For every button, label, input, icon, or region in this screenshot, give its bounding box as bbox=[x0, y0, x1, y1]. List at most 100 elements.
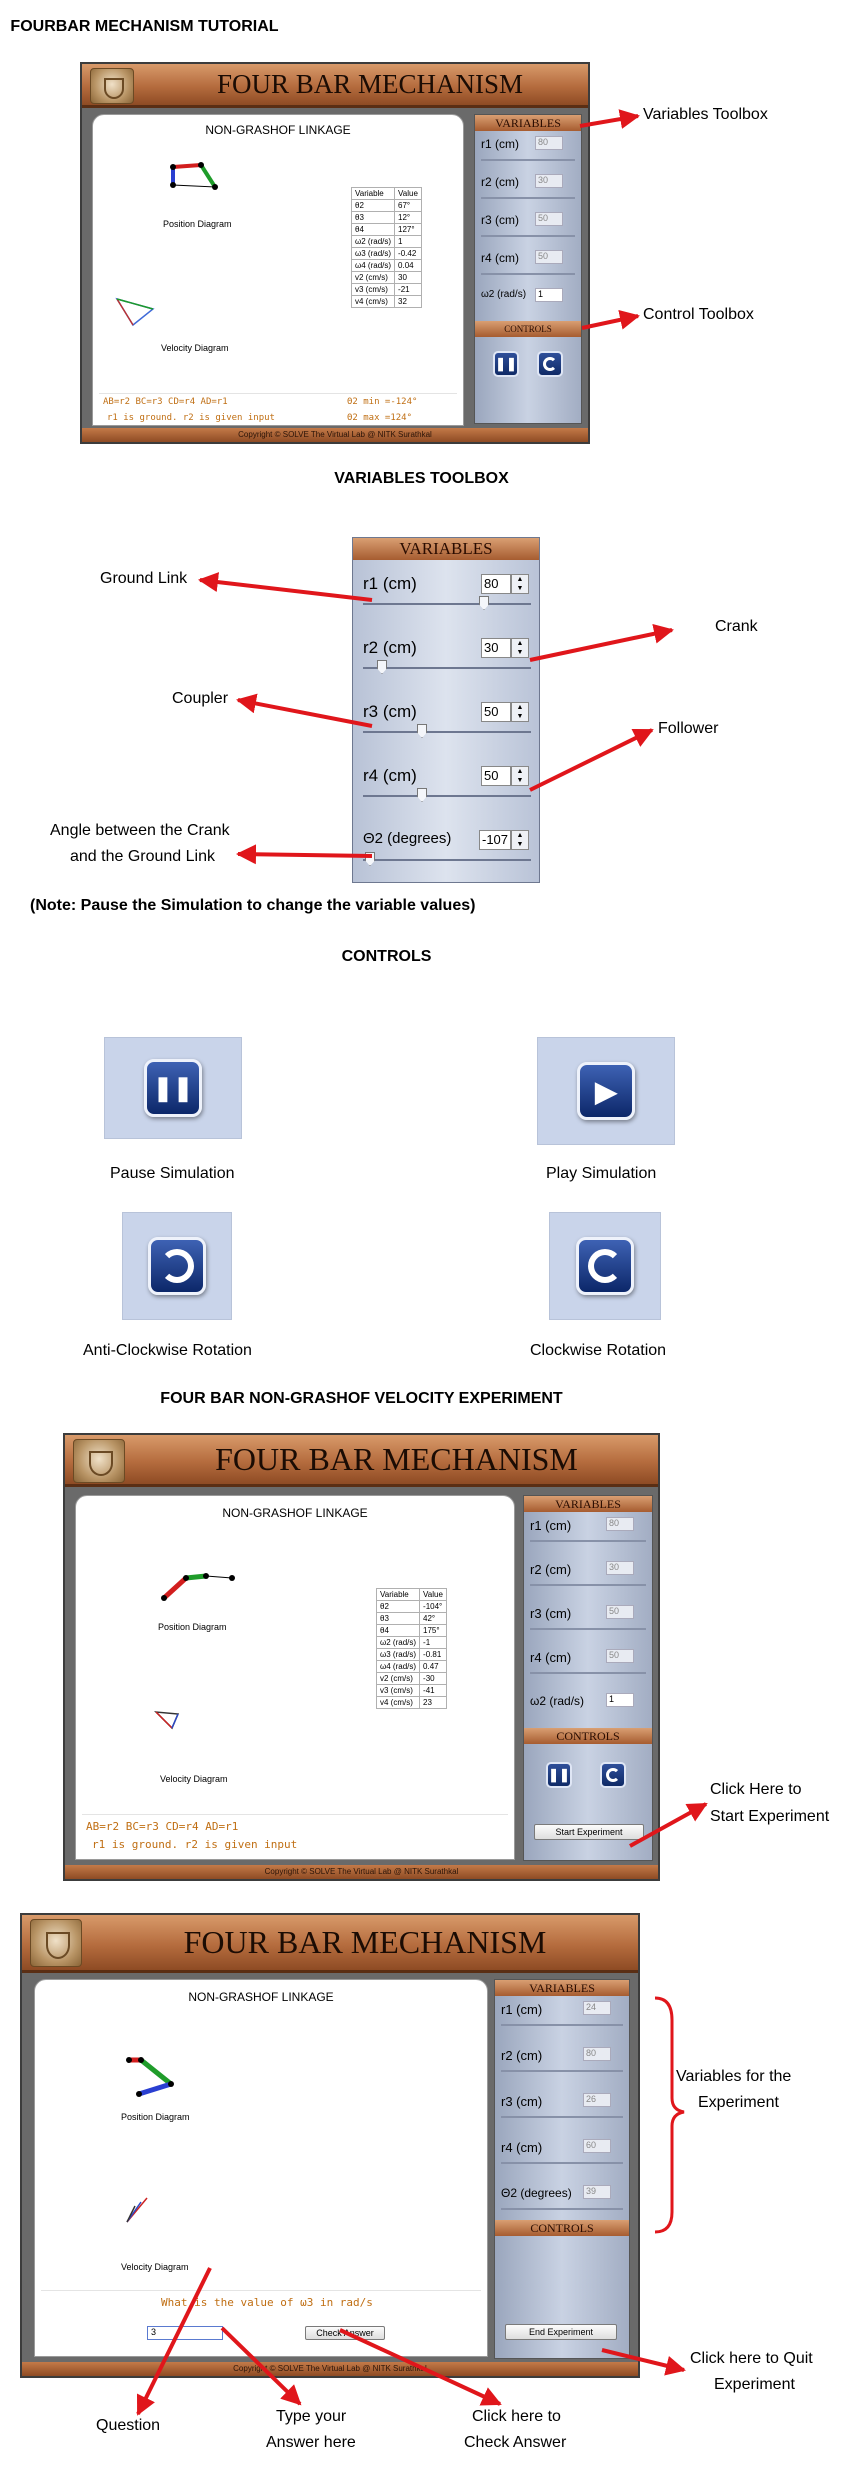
annot-angle-1: Angle between the Crank bbox=[50, 822, 230, 839]
annot-type-2: Answer here bbox=[266, 2434, 356, 2451]
legend-line-2-b: r1 is ground. r2 is given input bbox=[92, 1838, 298, 1851]
simulation-canvas: NON-GRASHOF LINKAGE Position Diagram Vel… bbox=[92, 114, 464, 426]
annot-vars-exp-1: Variables for the bbox=[676, 2068, 792, 2085]
arrow-crank bbox=[529, 623, 674, 662]
variables-toolbox-heading: VARIABLES TOOLBOX bbox=[334, 470, 509, 487]
pause-button[interactable]: ❚❚ bbox=[493, 351, 519, 377]
rotate-button[interactable] bbox=[537, 351, 563, 377]
table-row: v3 (cm/s) -41 bbox=[375, 1684, 447, 1697]
anticlockwise-label: Anti-Clockwise Rotation bbox=[83, 1342, 252, 1359]
nitk-logo bbox=[90, 68, 134, 104]
table-row: v3 (cm/s) -21 bbox=[350, 283, 422, 296]
annot-vars-exp-2: Experiment bbox=[698, 2094, 779, 2111]
tutorial-heading: FOURBAR MECHANISM TUTORIAL bbox=[10, 18, 279, 35]
copyright-footer: Copyright © SOLVE The Virtual Lab @ NITK… bbox=[82, 428, 588, 442]
table-row: θ3 42° bbox=[375, 1612, 447, 1625]
velocity-experiment-heading: FOUR BAR NON-GRASHOF VELOCITY EXPERIMENT bbox=[160, 1390, 563, 1407]
annot-check-2: Check Answer bbox=[464, 2434, 567, 2451]
table-row: v2 (cm/s) 30 bbox=[350, 271, 422, 284]
side-panel-3: VARIABLES r1 (cm) 24 r2 (cm) 80 r3 (cm) 26 … bbox=[494, 1979, 630, 2359]
annot-quit-1: Click here to Quit bbox=[690, 2350, 813, 2367]
table-row: ω3 (rad/s) -0.42 bbox=[350, 247, 422, 260]
velocity-diagram-label: Velocity Diagram bbox=[161, 343, 229, 353]
table-row: ω2 (rad/s) 1 bbox=[350, 235, 422, 248]
controls-band-2: CONTROLS bbox=[524, 1728, 652, 1744]
clockwise-button[interactable] bbox=[549, 1212, 661, 1320]
annot-angle-2: and the Ground Link bbox=[70, 848, 215, 865]
variables-band-3: VARIABLES bbox=[495, 1980, 629, 1996]
table-row: θ2 67° bbox=[350, 199, 422, 212]
position-diagram-1 bbox=[170, 162, 218, 190]
copyright-footer-2: Copyright © SOLVE The Virtual Lab @ NITK… bbox=[65, 1865, 658, 1879]
side-panel-2: VARIABLES r1 (cm) 80 r2 (cm) 30 r3 (cm) 50 … bbox=[523, 1495, 653, 1861]
annot-follower: Follower bbox=[658, 720, 719, 737]
simulator-window: FOUR BAR MECHANISM NON-GRASHOF LINKAGE P… bbox=[80, 62, 590, 444]
brace-variables bbox=[654, 1996, 685, 2234]
annot-start-2: Start Experiment bbox=[710, 1808, 830, 1825]
side-panel: VARIABLES r1 (cm) 80 r2 (cm) 30 r3 (cm) 50 … bbox=[474, 114, 582, 424]
table-row: ω2 (rad/s) -1 bbox=[375, 1636, 447, 1649]
theta-max: Θ2 max =124° bbox=[347, 413, 413, 423]
check-answer-button[interactable]: Check Answer bbox=[305, 2326, 385, 2340]
title-bar: FOUR BAR MECHANISM bbox=[82, 64, 588, 108]
rotate-button-2[interactable] bbox=[600, 1762, 626, 1788]
annot-ground-link: Ground Link bbox=[100, 570, 188, 587]
end-experiment-button[interactable]: End Experiment bbox=[505, 2324, 617, 2340]
anticlockwise-button[interactable] bbox=[122, 1212, 232, 1320]
annot-control-toolbox: Control Toolbox bbox=[643, 306, 754, 323]
annot-crank: Crank bbox=[715, 618, 758, 635]
velocity-diagram-1 bbox=[115, 297, 155, 327]
linkage-subtitle-3: NON-GRASHOF LINKAGE bbox=[188, 1990, 334, 2004]
answer-input[interactable]: 3 bbox=[147, 2326, 223, 2340]
annot-variables-toolbox: Variables Toolbox bbox=[643, 106, 768, 123]
question-text: What is the value of ω3 in rad/s bbox=[161, 2296, 373, 2309]
nitk-logo-3 bbox=[30, 1919, 82, 1967]
note-text: (Note: Pause the Simulation to change th… bbox=[30, 897, 476, 914]
app-title: FOUR BAR MECHANISM bbox=[216, 69, 524, 99]
arrow-ground-link bbox=[198, 572, 373, 602]
position-diagram-label: Position Diagram bbox=[163, 219, 232, 229]
legend-line-1-b: AB=r2 BC=r3 CD=r4 AD=r1 bbox=[86, 1820, 239, 1833]
clockwise-label: Clockwise Rotation bbox=[530, 1342, 667, 1359]
app-title-3: FOUR BAR MECHANISM bbox=[183, 1924, 547, 1960]
linkage-subtitle: NON-GRASHOF LINKAGE bbox=[205, 123, 351, 137]
table-row: v4 (cm/s) 32 bbox=[350, 295, 422, 308]
title-bar-3: FOUR BAR MECHANISM bbox=[22, 1915, 638, 1973]
position-diagram-3 bbox=[126, 2057, 174, 2097]
annot-check-1: Click here to bbox=[472, 2408, 561, 2425]
position-diagram-label-3: Position Diagram bbox=[121, 2112, 190, 2122]
position-diagram-2 bbox=[161, 1573, 235, 1601]
app-title-2: FOUR BAR MECHANISM bbox=[215, 1441, 578, 1477]
toolbox-band: VARIABLES bbox=[353, 538, 539, 560]
table-row: ω4 (rad/s) 0.47 bbox=[375, 1660, 447, 1673]
velocity-diagram-label-3: Velocity Diagram bbox=[121, 2262, 189, 2272]
start-experiment-button[interactable]: Start Experiment bbox=[534, 1824, 644, 1840]
arrow-control-toolbox bbox=[581, 309, 640, 330]
title-bar-2: FOUR BAR MECHANISM bbox=[65, 1435, 658, 1487]
legend-line-1: AB=r2 BC=r3 CD=r4 AD=r1 bbox=[103, 397, 228, 407]
simulator-window-3: FOUR BAR MECHANISM NON-GRASHOF LINKAGE P… bbox=[20, 1913, 640, 2378]
variables-toolbox: VARIABLES r1 (cm) 80 ▲ ▼ r2 (cm) 30 ▲ ▼ r3 (cm… bbox=[352, 537, 540, 883]
legend-line-2: r1 is ground. r2 is given input bbox=[107, 413, 275, 423]
pause-button-2[interactable]: ❚❚ bbox=[546, 1762, 572, 1788]
copyright-footer-3: Copyright © SOLVE The Virtual Lab @ NITK… bbox=[22, 2362, 638, 2376]
annot-type-1: Type your bbox=[276, 2408, 347, 2425]
simulation-canvas-2: NON-GRASHOF LINKAGE Position Diagram Vel… bbox=[75, 1495, 515, 1860]
linkage-subtitle-2: NON-GRASHOF LINKAGE bbox=[222, 1506, 368, 1520]
annot-quit-2: Experiment bbox=[714, 2376, 795, 2393]
nitk-logo-2 bbox=[73, 1439, 125, 1483]
play-simulation-label: Play Simulation bbox=[546, 1165, 657, 1182]
controls-heading: CONTROLS bbox=[341, 948, 432, 965]
controls-band: CONTROLS bbox=[475, 321, 581, 337]
table-header-row: Variable Value bbox=[350, 187, 422, 200]
pause-simulation-button[interactable]: ❚❚ bbox=[104, 1037, 242, 1139]
variable-table-2: Variable Value θ2 -104° θ3 42° θ4 175° ω2 (rad/s… bbox=[375, 1588, 447, 1709]
variables-band-2: VARIABLES bbox=[524, 1496, 652, 1512]
clockwise-icon bbox=[576, 1237, 634, 1295]
annot-question: Question bbox=[96, 2417, 161, 2434]
position-diagram-label-2: Position Diagram bbox=[158, 1622, 227, 1632]
velocity-diagram-2 bbox=[154, 1711, 180, 1730]
play-simulation-button[interactable]: ▶ bbox=[537, 1037, 675, 1145]
velocity-diagram-label-2: Velocity Diagram bbox=[160, 1774, 228, 1784]
annot-coupler: Coupler bbox=[172, 690, 229, 707]
